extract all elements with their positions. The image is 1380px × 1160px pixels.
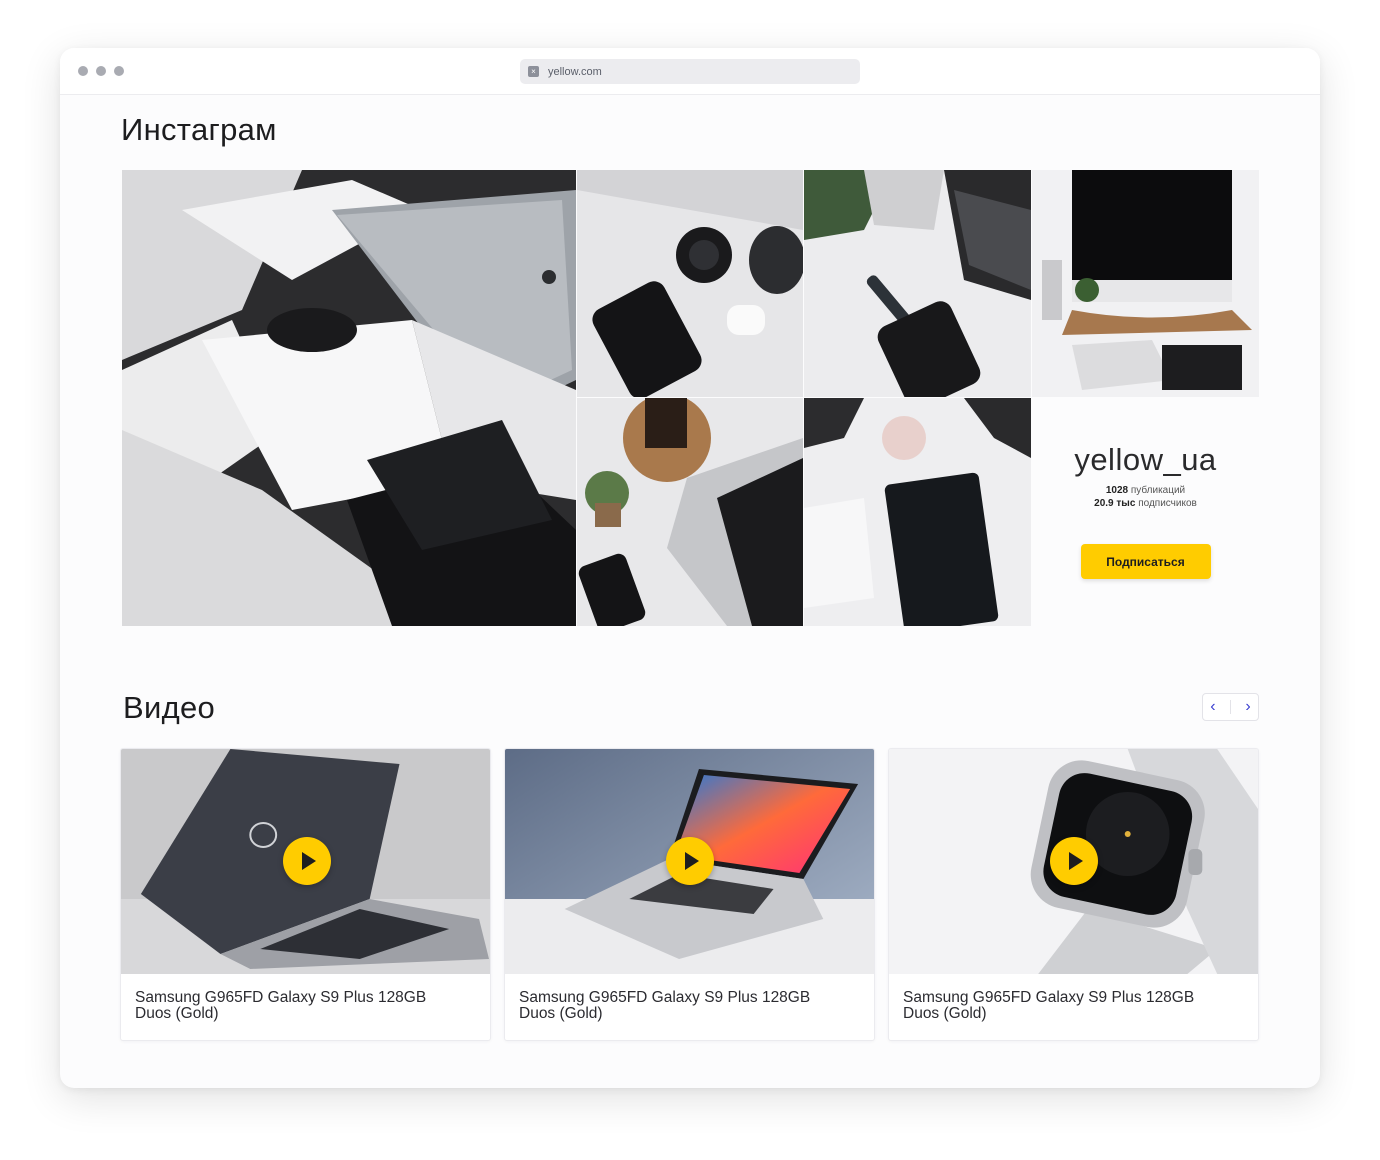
instagram-photo[interactable] [122,170,576,626]
address-bar[interactable]: × yellow.com [520,59,860,84]
instagram-handle[interactable]: yellow_ua [1074,442,1216,478]
instagram-section-title: Инстаграм [121,112,277,147]
instagram-photo[interactable] [804,170,1031,397]
video-title[interactable]: Samsung G965FD Galaxy S9 Plus 128GB Duos… [519,990,849,1022]
video-thumbnail[interactable] [505,749,874,974]
video-thumbnail[interactable] [121,749,490,974]
video-carousel-controls: ‹ › [1202,693,1259,721]
instagram-photo[interactable] [804,398,1031,626]
instagram-photo[interactable] [1032,170,1259,397]
video-section-title: Видео [123,690,216,725]
instagram-photo[interactable] [577,398,803,626]
followers-label: подписчиков [1138,498,1197,509]
posts-label: публикаций [1130,485,1186,496]
play-icon[interactable] [283,837,331,885]
instagram-profile-card: yellow_ua 1028 публикаций 20.9 тыс подпи… [1032,398,1259,626]
video-card[interactable]: Samsung G965FD Galaxy S9 Plus 128GB Duos… [120,748,491,1041]
minimize-dot[interactable] [96,66,106,76]
instagram-grid: yellow_ua 1028 публикаций 20.9 тыс подпи… [122,170,1259,626]
subscribe-button[interactable]: Подписаться [1080,544,1211,579]
chevron-left-icon[interactable]: ‹ [1210,699,1215,715]
video-card[interactable]: Samsung G965FD Galaxy S9 Plus 128GB Duos… [888,748,1259,1041]
chevron-right-icon[interactable]: › [1245,699,1250,715]
play-icon[interactable] [1050,837,1098,885]
followers-count: 20.9 тыс [1094,498,1136,509]
close-dot[interactable] [78,66,88,76]
site-icon: × [528,66,539,77]
browser-window: × yellow.com Инстаграм yellow_ua 1028 пу… [60,48,1320,1088]
instagram-photo[interactable] [577,170,803,397]
instagram-stats: 1028 публикаций 20.9 тыс подписчиков [1094,484,1197,510]
maximize-dot[interactable] [114,66,124,76]
window-controls [78,66,124,76]
url-text: yellow.com [548,65,602,78]
video-title[interactable]: Samsung G965FD Galaxy S9 Plus 128GB Duos… [135,990,465,1022]
play-icon[interactable] [666,837,714,885]
arrow-divider [1229,700,1231,714]
video-card[interactable]: Samsung G965FD Galaxy S9 Plus 128GB Duos… [504,748,875,1041]
video-thumbnail[interactable] [889,749,1258,974]
browser-chrome: × yellow.com [60,48,1320,95]
posts-count: 1028 [1105,485,1129,496]
video-title[interactable]: Samsung G965FD Galaxy S9 Plus 128GB Duos… [903,990,1233,1022]
